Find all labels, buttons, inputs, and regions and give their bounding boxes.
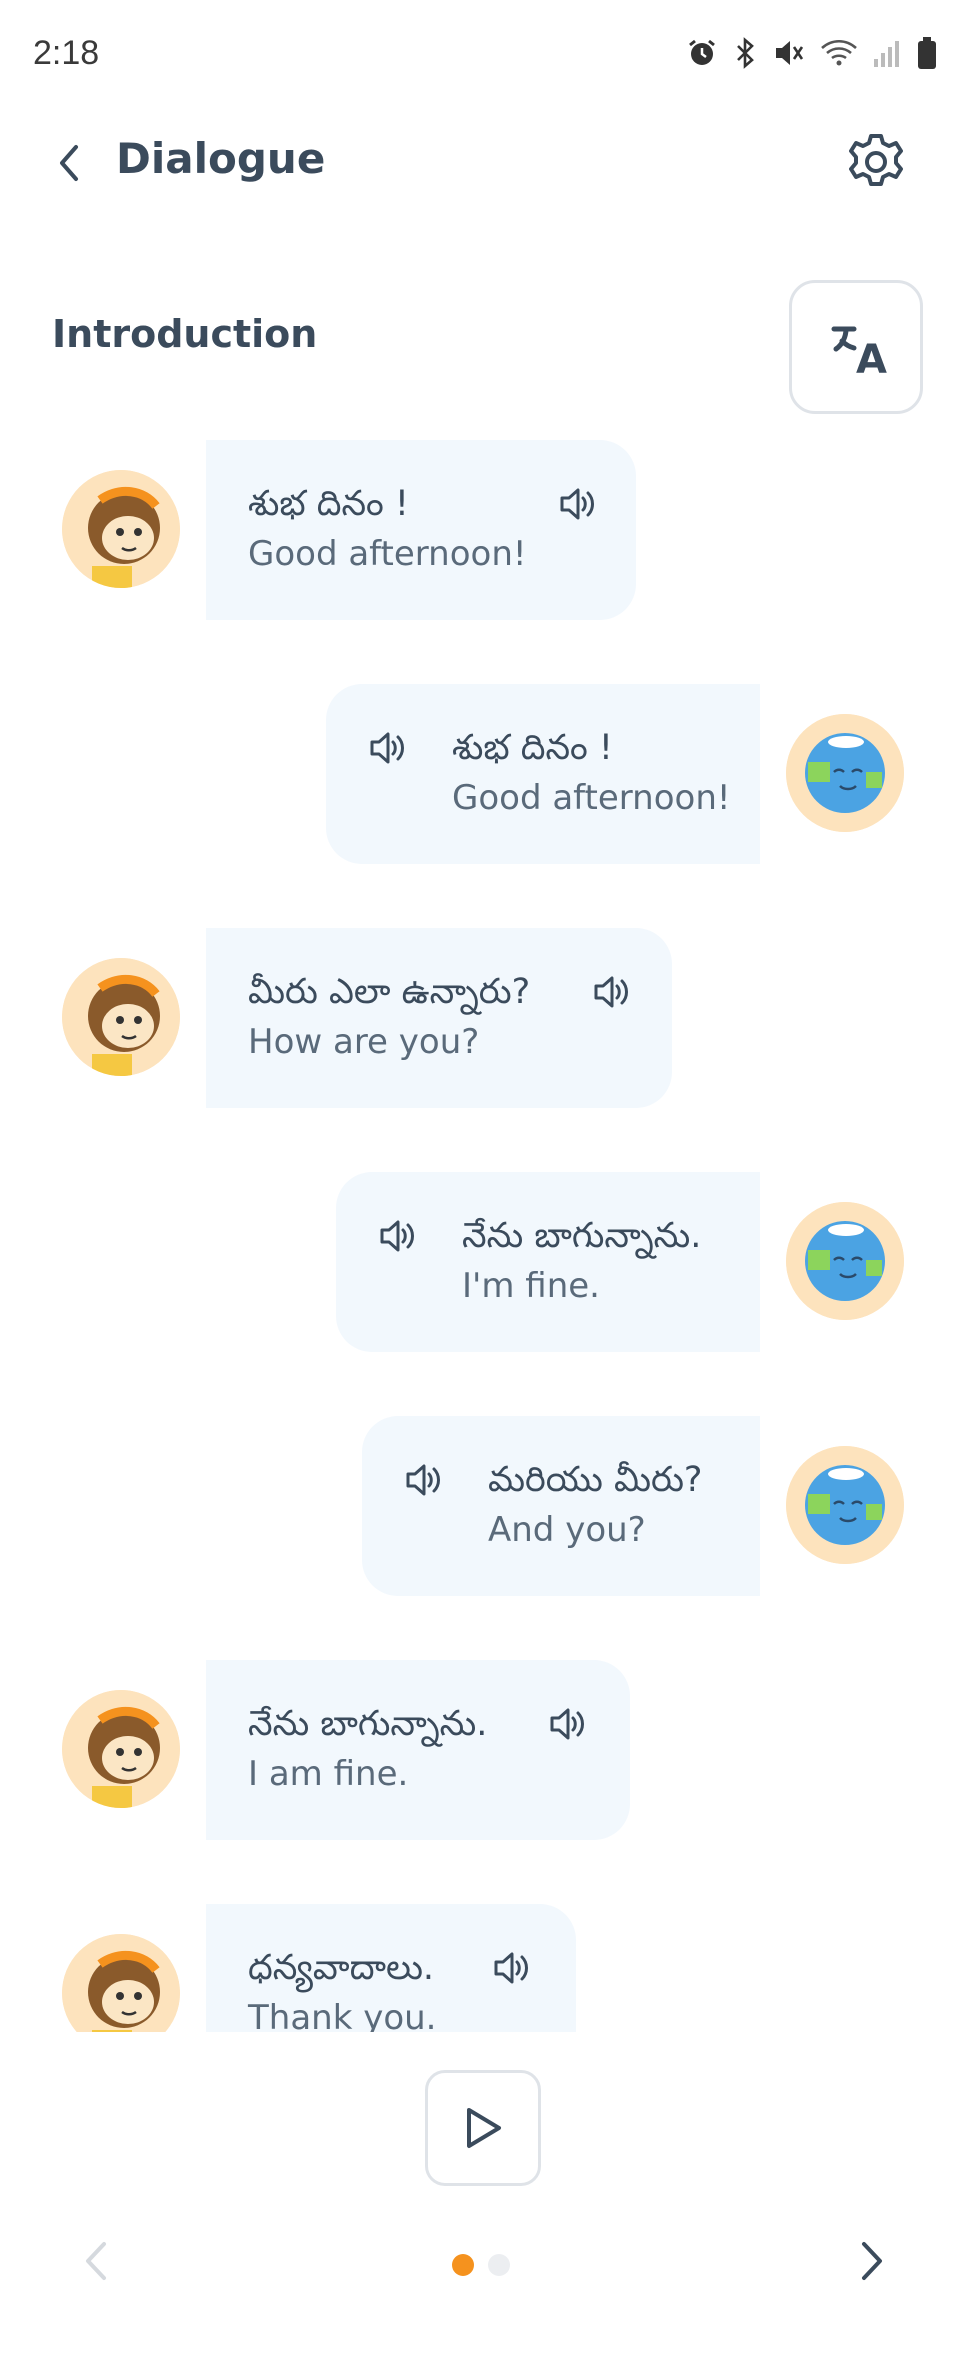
play-button[interactable] xyxy=(425,2070,541,2186)
message-bubble[interactable]: ధన్యవాదాలు. Thank you. xyxy=(206,1904,576,2032)
gear-icon xyxy=(849,134,903,186)
chevron-right-icon xyxy=(862,2242,882,2280)
message-bubble[interactable]: శుభ దినం ! Good afternoon! xyxy=(326,684,760,864)
speaker-icon[interactable] xyxy=(558,484,598,524)
page-indicator xyxy=(452,2254,510,2276)
next-page-button[interactable] xyxy=(852,2236,892,2286)
speaker-icon[interactable] xyxy=(492,1948,532,1988)
monkey-avatar xyxy=(62,470,180,588)
earth-avatar xyxy=(786,714,904,832)
translate-toggle-button[interactable]: A xyxy=(789,280,923,414)
message-row: మీరు ఎలా ఉన్నారు? How are you? xyxy=(0,928,968,1108)
message-row: శుభ దినం ! Good afternoon! xyxy=(0,684,968,864)
translation-text: And you? xyxy=(488,1510,646,1550)
message-row: ధన్యవాదాలు. Thank you. xyxy=(0,1904,968,2032)
message-bubble[interactable]: మీరు ఎలా ఉన్నారు? How are you? xyxy=(206,928,672,1108)
translation-text: Thank you. xyxy=(248,1998,437,2032)
wifi-icon xyxy=(821,39,857,66)
message-row: నేను బాగున్నాను. I'm fine. xyxy=(0,1172,968,1352)
alarm-icon xyxy=(689,39,715,65)
translation-text: How are you? xyxy=(248,1022,480,1062)
earth-avatar xyxy=(786,1202,904,1320)
message-row: శుభ దినం ! Good afternoon! xyxy=(0,440,968,620)
bluetooth-icon xyxy=(737,37,754,69)
mute-icon xyxy=(776,41,804,65)
status-time: 2:18 xyxy=(33,34,100,72)
speaker-icon[interactable] xyxy=(548,1704,588,1744)
speaker-icon[interactable] xyxy=(368,728,408,768)
message-bubble[interactable]: మరియు మీరు? And you? xyxy=(362,1416,760,1596)
app-header: Dialogue xyxy=(0,110,968,220)
chevron-left-icon xyxy=(60,145,78,181)
speaker-icon[interactable] xyxy=(404,1460,444,1500)
native-text: మరియు మీరు? xyxy=(488,1460,703,1500)
native-text: మీరు ఎలా ఉన్నారు? xyxy=(248,972,531,1012)
page-dot-active xyxy=(452,2254,474,2276)
monkey-avatar xyxy=(62,1934,180,2032)
monkey-avatar xyxy=(62,958,180,1076)
translation-text: I'm fine. xyxy=(462,1266,600,1306)
native-text: శుభ దినం ! xyxy=(248,484,409,524)
native-text: ధన్యవాదాలు. xyxy=(248,1948,435,1988)
back-button[interactable] xyxy=(44,138,94,188)
message-bubble[interactable]: శుభ దినం ! Good afternoon! xyxy=(206,440,636,620)
translation-text: I am fine. xyxy=(248,1754,409,1794)
native-text: శుభ దినం ! xyxy=(452,728,613,768)
battery-icon xyxy=(918,37,936,69)
speaker-icon[interactable] xyxy=(592,972,632,1012)
message-bubble[interactable]: నేను బాగున్నాను. I am fine. xyxy=(206,1660,630,1840)
play-icon xyxy=(467,2108,501,2148)
message-row: నేను బాగున్నాను. I am fine. xyxy=(0,1660,968,1840)
native-text: నేను బాగున్నాను. xyxy=(248,1704,488,1744)
chevron-left-icon xyxy=(86,2242,106,2280)
translation-text: Good afternoon! xyxy=(452,778,731,818)
earth-avatar xyxy=(786,1446,904,1564)
speaker-icon[interactable] xyxy=(378,1216,418,1256)
native-text: నేను బాగున్నాను. xyxy=(462,1216,702,1256)
dialogue-list: శుభ దినం ! Good afternoon! శుభ దినం ! Go… xyxy=(0,440,968,2032)
translation-text: Good afternoon! xyxy=(248,534,527,574)
page-title: Dialogue xyxy=(116,134,326,183)
message-bubble[interactable]: నేను బాగున్నాను. I'm fine. xyxy=(336,1172,760,1352)
page-dot xyxy=(488,2254,510,2276)
previous-page-button[interactable] xyxy=(76,2236,116,2286)
settings-button[interactable] xyxy=(844,130,908,194)
bottom-controls xyxy=(0,2032,968,2376)
section-title: Introduction xyxy=(52,312,318,356)
message-row: మరియు మీరు? And you? xyxy=(0,1416,968,1596)
svg-text:A: A xyxy=(856,337,887,383)
translate-icon: A xyxy=(831,326,887,383)
signal-icon xyxy=(874,41,899,67)
status-bar: 2:18 xyxy=(0,0,968,110)
monkey-avatar xyxy=(62,1690,180,1808)
status-icons xyxy=(686,36,938,70)
